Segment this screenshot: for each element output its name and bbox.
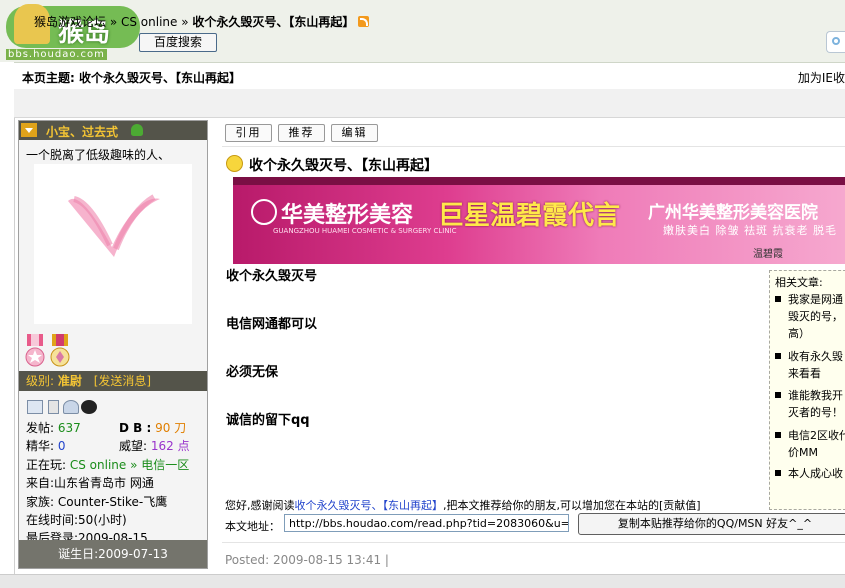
breadcrumb: 猴岛游戏论坛 » CS online » 收个永久毁灭号、【东山再起】 (34, 13, 370, 30)
user-family: 家族: Counter-Stike-飞鹰 (26, 494, 168, 509)
breadcrumb-sep: » (106, 15, 121, 29)
related-item[interactable]: 电信2区收代价MM (775, 427, 845, 461)
divider (222, 542, 845, 543)
baidu-search-button[interactable]: 百度搜索 (139, 33, 217, 52)
post-line: 必须无保 (226, 365, 279, 380)
online-status-icon (131, 124, 143, 136)
banner-services: 嫩肤美白 除皱 祛斑 抗衰老 脱毛 (663, 224, 837, 237)
breadcrumb-section[interactable]: CS online (121, 15, 177, 29)
recommend-suffix: ,把本文推荐给你的朋友,可以增加您在本站的[贡献值] (443, 499, 701, 512)
related-articles: 相关文章: 我家是网通毁灭的号，高） 收有永久毁来看看 谁能教我开灭者的号！ 电… (769, 270, 845, 510)
dropdown-arrow-icon[interactable] (21, 123, 37, 137)
posts-label: 发帖: (26, 421, 55, 435)
elite-label: 精华: (26, 439, 55, 454)
playing-link[interactable]: CS online » 电信一区 (70, 458, 189, 472)
prestige-value: 162 点 (150, 439, 190, 454)
banner-brand-en: GUANGZHOU HUAMEI COSMETIC & SURGERY CLIN… (273, 227, 457, 235)
edit-button[interactable]: 编辑 (331, 124, 378, 142)
related-title: 相关文章: (775, 276, 823, 289)
send-message-link[interactable]: [发送消息] (94, 374, 151, 388)
recommend-text: 您好,感谢阅读收个永久毁灭号、【东山再起】,把本文推荐给你的朋友,可以增加您在本… (225, 497, 701, 513)
stats-row: 发帖: 637 D B : 90 刀 (26, 419, 189, 437)
avatar (34, 164, 192, 324)
search-corner-widget[interactable] (826, 31, 845, 53)
user-location: 来自:山东省青岛市 网通 (26, 476, 154, 491)
playing-label: 正在玩: (26, 457, 67, 472)
banner-slogan: 巨星温碧霞代言 (438, 201, 621, 231)
banner-strip (233, 177, 845, 185)
left-gutter-line (14, 62, 15, 587)
bottom-bar (0, 574, 845, 588)
add-friend-icon[interactable] (63, 400, 79, 414)
post-title-text: 收个永久毁灭号、【东山再起】 (249, 158, 438, 174)
post-line: 收个永久毁灭号 (226, 269, 318, 284)
breadcrumb-thread[interactable]: 收个永久毁灭号、【东山再起】 (192, 15, 354, 29)
user-level: 准尉 (57, 374, 82, 388)
user-birthday: 诞生日:2009-07-13 (19, 540, 207, 568)
user-panel: 小宝、过去式 一个脱离了低级趣味的人、 级别: 准尉 [发送消息] 发帖: 63… (18, 120, 208, 569)
level-label: 级别: (26, 374, 55, 388)
quote-button[interactable]: 引用 (225, 124, 272, 142)
related-item[interactable]: 本人成心收 (775, 465, 845, 482)
spacer-bar (14, 89, 845, 118)
recommend-title-link[interactable]: 收个永久毁灭号、【东山再起】 (295, 499, 444, 512)
heart-avatar-icon (68, 194, 160, 257)
db-stat: D B : 90 刀 (119, 419, 186, 437)
db-value: 90 刀 (155, 421, 187, 435)
related-item[interactable]: 谁能教我开灭者的号！ (775, 387, 845, 421)
medal-icon[interactable] (50, 334, 70, 368)
profile-icon[interactable] (27, 400, 43, 414)
search-icon (832, 37, 840, 45)
url-label: 本文地址： (225, 520, 280, 533)
posts-count: 637 (57, 421, 81, 435)
stats-row: 正在玩: CS online » 电信一区 (26, 456, 189, 474)
recommend-prefix: 您好,感谢阅读 (225, 499, 295, 512)
user-signature: 一个脱离了低级趣味的人、 (26, 148, 171, 162)
posted-timestamp: Posted: 2009-08-15 13:41 | (225, 553, 389, 567)
post-title: 收个永久毁灭号、【东山再起】 (226, 155, 438, 175)
user-header: 小宝、过去式 (19, 121, 207, 140)
related-item[interactable]: 收有永久毁来看看 (775, 348, 845, 382)
page-topic: 本页主题: 收个永久毁灭号、【东山再起】 (22, 71, 241, 85)
banner-signature: 温碧霞 (753, 249, 783, 260)
add-favorite-link[interactable]: 加为IE收 (798, 69, 845, 86)
stats-row: 精华: 0 威望: 162 点 (26, 437, 190, 455)
elite-count: 0 (57, 439, 66, 454)
recommend-button[interactable]: 推荐 (278, 124, 325, 142)
user-level-bar: 级别: 准尉 [发送消息] (19, 371, 207, 391)
banner-hospital: 广州华美整形美容医院 (648, 203, 818, 223)
smiley-icon (226, 155, 243, 172)
rss-icon[interactable] (358, 16, 370, 27)
prestige-stat: 威望: 162 点 (119, 437, 190, 455)
banner-brand: 华美整形美容 (281, 203, 414, 228)
post-line: 诚信的留下qq (226, 413, 310, 428)
prestige-label: 威望: (119, 439, 148, 454)
ad-banner[interactable]: 华美整形美容 GUANGZHOU HUAMEI COSMETIC & SURGE… (233, 177, 845, 264)
clinic-logo-icon (251, 199, 277, 225)
article-url-field[interactable]: http://bbs.houdao.com/read.php?tid=20830… (284, 514, 569, 532)
site-logo[interactable]: 猴岛 bbs.houdao.com (6, 2, 142, 64)
divider (222, 146, 845, 147)
breadcrumb-sep: » (177, 15, 193, 29)
topic-bar: 本页主题: 收个永久毁灭号、【东山再起】 加为IE收 (14, 62, 845, 89)
breadcrumb-forum[interactable]: 猴岛游戏论坛 (34, 15, 106, 29)
username[interactable]: 小宝、过去式 (46, 123, 118, 140)
document-icon[interactable] (48, 400, 59, 414)
post-line: 电信网通都可以 (226, 317, 318, 332)
online-time: 在线时间:50(小时) (26, 512, 127, 527)
medal-icon[interactable] (25, 334, 45, 368)
db-label: D B : (119, 421, 152, 435)
logo-url: bbs.houdao.com (6, 49, 107, 60)
copy-recommend-button[interactable]: 复制本贴推荐给你的QQ/MSN 好友^_^ (578, 513, 845, 535)
user-stats: 发帖: 637 D B : 90 刀 精华: 0 威望: 162 点 正在玩: … (26, 419, 190, 548)
related-item[interactable]: 我家是网通毁灭的号，高） (775, 291, 845, 342)
qq-icon[interactable] (81, 400, 97, 414)
